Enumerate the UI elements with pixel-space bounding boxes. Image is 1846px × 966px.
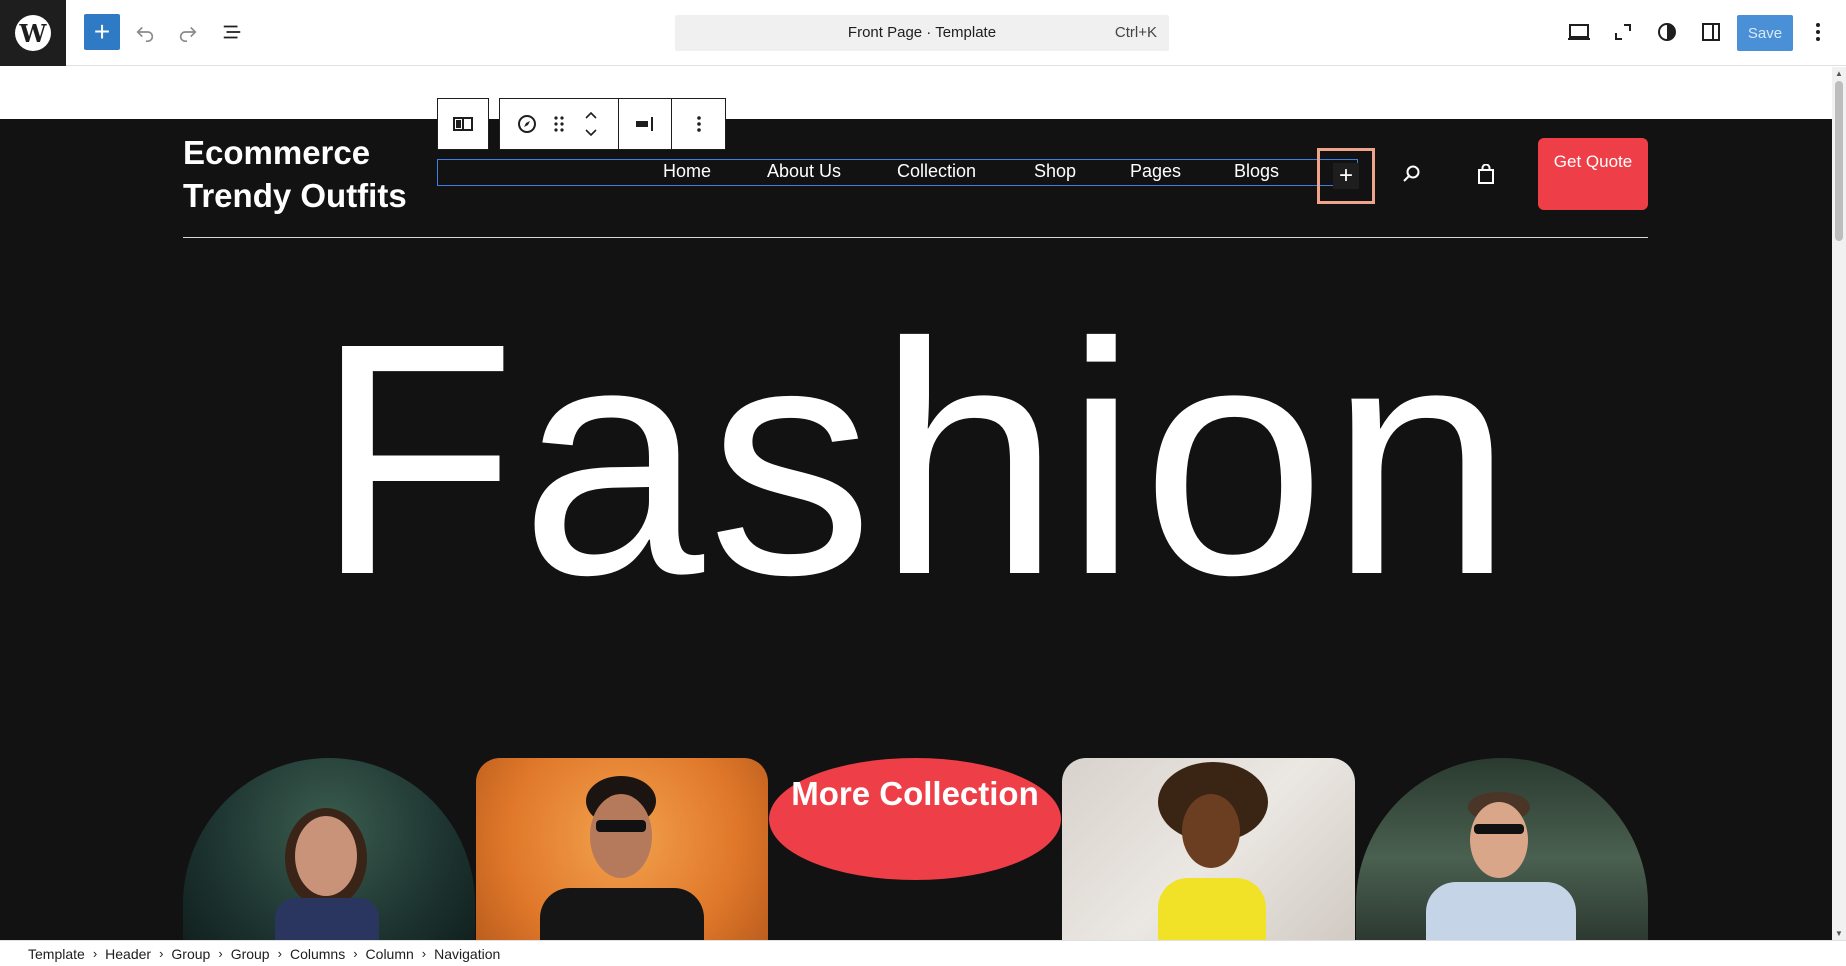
more-vertical-icon bbox=[1816, 23, 1820, 41]
shopping-bag-icon bbox=[1478, 164, 1494, 184]
document-overview-button[interactable] bbox=[214, 14, 250, 50]
scroll-down-arrow-icon[interactable]: ▼ bbox=[1835, 929, 1843, 938]
nav-item-collection[interactable]: Collection bbox=[897, 161, 976, 182]
save-button[interactable]: Save bbox=[1737, 15, 1793, 51]
redo-button[interactable] bbox=[170, 14, 206, 50]
hero-heading[interactable]: Fashion bbox=[0, 294, 1832, 624]
more-collection-button[interactable]: More Collection bbox=[769, 758, 1061, 880]
justify-right-icon bbox=[636, 117, 654, 131]
breadcrumb-column[interactable]: Column bbox=[366, 946, 414, 962]
add-block-button[interactable]: + bbox=[84, 14, 120, 50]
scroll-thumb[interactable] bbox=[1835, 81, 1843, 241]
canvas-scrollbar[interactable]: ▲ ▼ bbox=[1832, 67, 1846, 940]
nav-item-home[interactable]: Home bbox=[663, 161, 711, 182]
chevron-right-icon: › bbox=[421, 946, 427, 961]
laptop-icon bbox=[1568, 24, 1590, 40]
header-divider bbox=[183, 237, 1648, 238]
scroll-up-arrow-icon[interactable]: ▲ bbox=[1835, 69, 1843, 78]
column-block-button[interactable] bbox=[438, 99, 488, 149]
breadcrumb-template[interactable]: Template bbox=[28, 946, 85, 962]
settings-sidebar-button[interactable] bbox=[1693, 14, 1729, 50]
move-up-down-buttons[interactable] bbox=[575, 99, 607, 149]
list-view-icon bbox=[223, 25, 241, 39]
breadcrumb-group[interactable]: Group bbox=[171, 946, 210, 962]
contrast-icon bbox=[1658, 23, 1676, 41]
get-quote-button[interactable]: Get Quote bbox=[1538, 138, 1648, 210]
chevron-right-icon: › bbox=[353, 946, 358, 961]
editor-canvas[interactable]: Ecommerce Trendy Outfits Home About Us C… bbox=[0, 67, 1832, 940]
more-vertical-icon bbox=[696, 116, 701, 132]
undo-button[interactable] bbox=[127, 14, 163, 50]
breadcrumb-columns[interactable]: Columns bbox=[290, 946, 345, 962]
wordpress-icon: W bbox=[15, 15, 51, 51]
undo-icon bbox=[136, 26, 154, 42]
add-nav-item-button[interactable]: + bbox=[1317, 148, 1375, 204]
plus-icon: + bbox=[93, 16, 111, 47]
breadcrumb-navigation: Navigation bbox=[434, 945, 501, 962]
options-menu-button[interactable] bbox=[1800, 14, 1836, 50]
command-palette-bar[interactable]: Front Page · Template Ctrl+K bbox=[675, 15, 1169, 51]
block-options-button[interactable] bbox=[672, 99, 725, 149]
compass-icon bbox=[517, 115, 536, 133]
columns-icon bbox=[453, 117, 473, 131]
styles-button[interactable] bbox=[1649, 14, 1685, 50]
navigation-compass-button[interactable] bbox=[511, 99, 543, 149]
chevron-right-icon: › bbox=[92, 946, 98, 961]
editor-top-bar: W + Front Page · Template Ctrl+K Save bbox=[0, 0, 1846, 66]
nav-item-blogs[interactable]: Blogs bbox=[1234, 161, 1279, 182]
breadcrumb-header[interactable]: Header bbox=[105, 946, 151, 962]
site-title[interactable]: Ecommerce Trendy Outfits bbox=[183, 131, 443, 217]
collection-image-man-1[interactable] bbox=[476, 758, 768, 940]
device-preview-button[interactable] bbox=[1561, 14, 1597, 50]
justification-button[interactable] bbox=[619, 99, 673, 149]
collection-image-woman-2[interactable] bbox=[1062, 758, 1355, 940]
block-toolbar bbox=[499, 98, 726, 150]
breadcrumb-group-inner[interactable]: Group bbox=[231, 946, 270, 962]
expand-icon bbox=[1615, 24, 1631, 40]
block-parent-selector[interactable] bbox=[437, 98, 489, 150]
block-type-controls bbox=[500, 99, 619, 149]
cart-button[interactable] bbox=[1471, 159, 1501, 189]
fullscreen-button[interactable] bbox=[1605, 14, 1641, 50]
chevron-right-icon: › bbox=[277, 946, 282, 961]
nav-item-pages[interactable]: Pages bbox=[1130, 161, 1181, 182]
redo-icon bbox=[179, 26, 197, 42]
drag-icon bbox=[554, 116, 564, 132]
block-breadcrumb: Template › Header › Group › Group › Columns ›… bbox=[0, 940, 1846, 966]
chevron-right-icon: › bbox=[159, 946, 164, 961]
nav-item-about-us[interactable]: About Us bbox=[767, 161, 841, 182]
search-icon bbox=[1403, 165, 1420, 182]
chevron-up-down-icon bbox=[585, 111, 597, 137]
drag-handle[interactable] bbox=[543, 99, 575, 149]
document-title: Front Page · Template bbox=[847, 24, 997, 41]
chevron-right-icon: › bbox=[218, 946, 223, 961]
sidebar-icon bbox=[1702, 23, 1720, 41]
wordpress-logo-button[interactable]: W bbox=[0, 0, 66, 66]
search-button[interactable] bbox=[1397, 159, 1427, 189]
keyboard-shortcut: Ctrl+K bbox=[1114, 24, 1157, 41]
plus-icon: + bbox=[1333, 163, 1359, 189]
nav-item-shop[interactable]: Shop bbox=[1034, 161, 1076, 182]
